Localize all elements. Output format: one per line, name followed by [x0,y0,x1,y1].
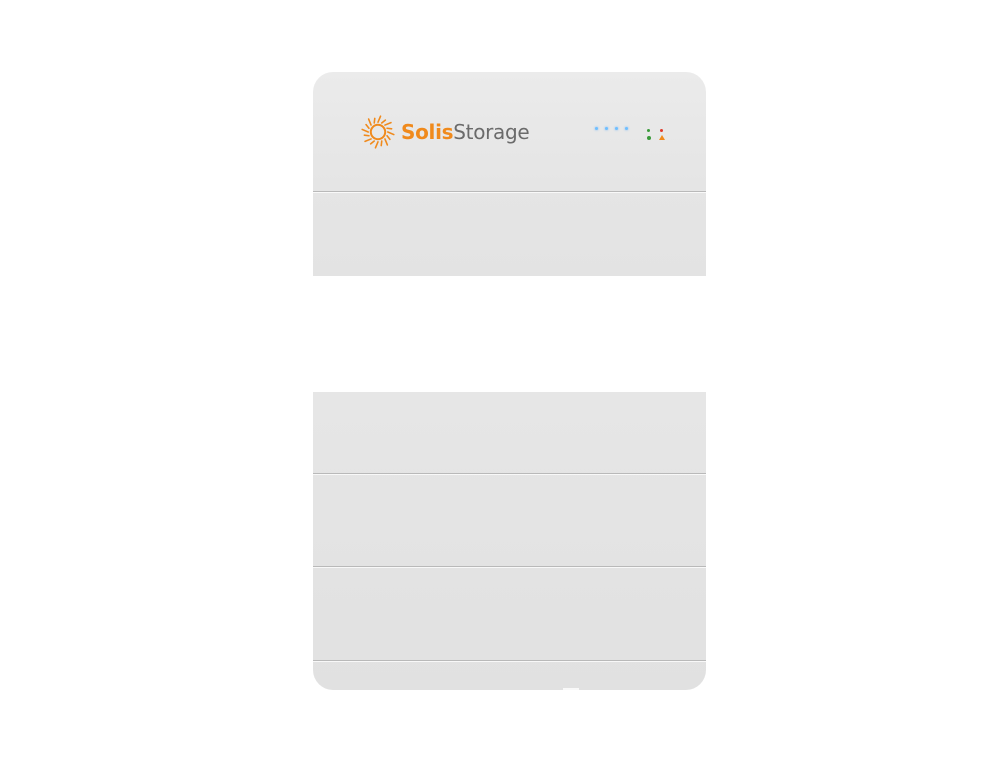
sun-ray [367,118,372,126]
module-seam [313,473,706,474]
sun-ray [363,134,370,137]
soc-led-4 [625,127,628,130]
sun-ray [361,128,369,133]
module-seam [313,660,706,661]
run-indicator-top [647,129,650,132]
brand-logo: SolisStorage [361,114,530,150]
sun-ray [380,140,383,147]
sun-ray [365,123,370,130]
battery-control-module: SolisStorage [313,72,706,276]
warning-triangle-icon [659,135,665,140]
sun-ray [374,141,379,149]
sun-ray [380,119,387,124]
run-indicator [647,136,651,140]
soc-led-2 [605,127,608,130]
module-seam [313,566,706,567]
sun-ray [384,121,392,126]
sun-ray [377,115,382,123]
alarm-indicator-dot [660,129,663,132]
sun-ray [386,127,393,130]
sun-ray [373,117,376,124]
brand-name-secondary: Storage [453,120,530,144]
sun-logo-icon [361,115,395,149]
sun-ray [369,140,376,145]
brand-name-primary: Solis [401,120,454,144]
sun-ray [364,138,372,143]
battery-stack [313,392,706,690]
sun-ray [384,138,389,146]
soc-led-1 [595,127,598,130]
status-indicators [645,127,667,143]
module-seam [313,191,706,192]
sun-ray [387,131,395,136]
soc-led-3 [615,127,618,130]
sun-ray [386,134,391,141]
base-foot [563,688,579,690]
soc-led-bar [595,127,628,130]
